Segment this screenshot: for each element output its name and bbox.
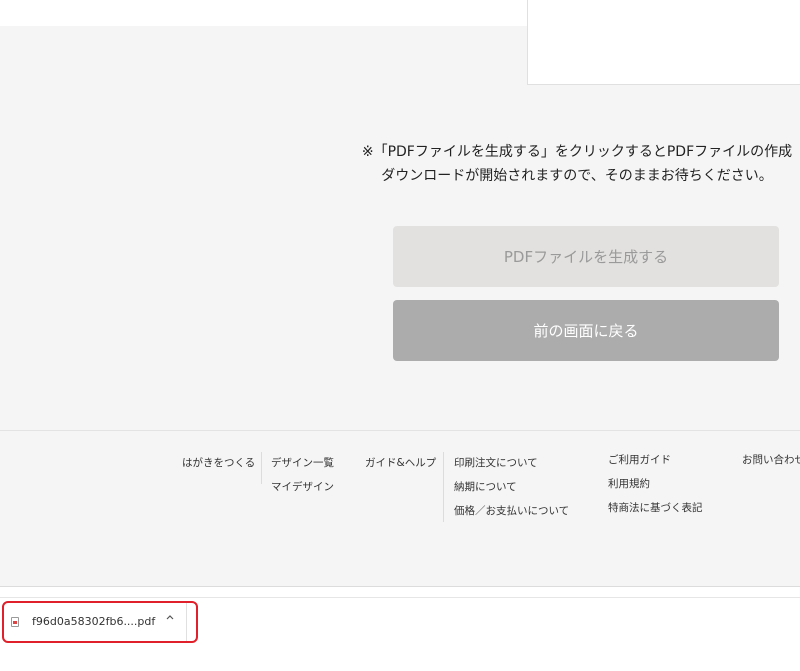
pdf-file-icon (11, 617, 19, 627)
download-item[interactable]: f96d0a58302fb6....pdf (2, 601, 198, 643)
notice-line-2: ダウンロードが開始されますので、そのままお待ちください。 (381, 168, 773, 184)
footer-link-my-design[interactable]: マイデザイン (271, 479, 334, 494)
generate-pdf-label: PDFファイルを生成する (503, 248, 669, 266)
download-item-separator (186, 603, 187, 641)
footer-link-price-payment[interactable]: 価格／お支払いについて (454, 503, 569, 518)
footer-separator (443, 452, 444, 522)
generate-pdf-button[interactable]: PDFファイルを生成する (393, 226, 779, 287)
footer-link-make-postcard[interactable]: はがきをつくる (182, 455, 255, 470)
footer-link-delivery[interactable]: 納期について (454, 479, 517, 494)
footer-link-user-guide[interactable]: ご利用ガイド (608, 452, 671, 467)
footer-link-guide-help[interactable]: ガイド&ヘルプ (365, 455, 436, 470)
footer-link-terms[interactable]: 利用規約 (608, 476, 650, 491)
content-panel (527, 0, 800, 85)
shelf-divider (0, 597, 800, 598)
footer-separator (261, 452, 262, 484)
footer-divider (0, 430, 800, 431)
footer-link-print-order[interactable]: 印刷注文について (454, 455, 538, 470)
download-filename: f96d0a58302fb6....pdf (32, 615, 156, 628)
pdf-notice: ※「PDFファイルを生成する」をクリックするとPDFファイルの作成 ダウンロード… (342, 140, 800, 188)
footer-link-legal-notice[interactable]: 特商法に基づく表記 (608, 500, 703, 515)
chevron-up-icon[interactable] (165, 612, 175, 625)
notice-line-1: ※「PDFファイルを生成する」をクリックするとPDFファイルの作成 (361, 144, 793, 160)
back-button[interactable]: 前の画面に戻る (393, 300, 779, 361)
footer-link-design-list[interactable]: デザイン一覧 (271, 455, 334, 470)
footer-link-contact[interactable]: お問い合わせ (742, 452, 800, 467)
back-label: 前の画面に戻る (533, 322, 639, 340)
